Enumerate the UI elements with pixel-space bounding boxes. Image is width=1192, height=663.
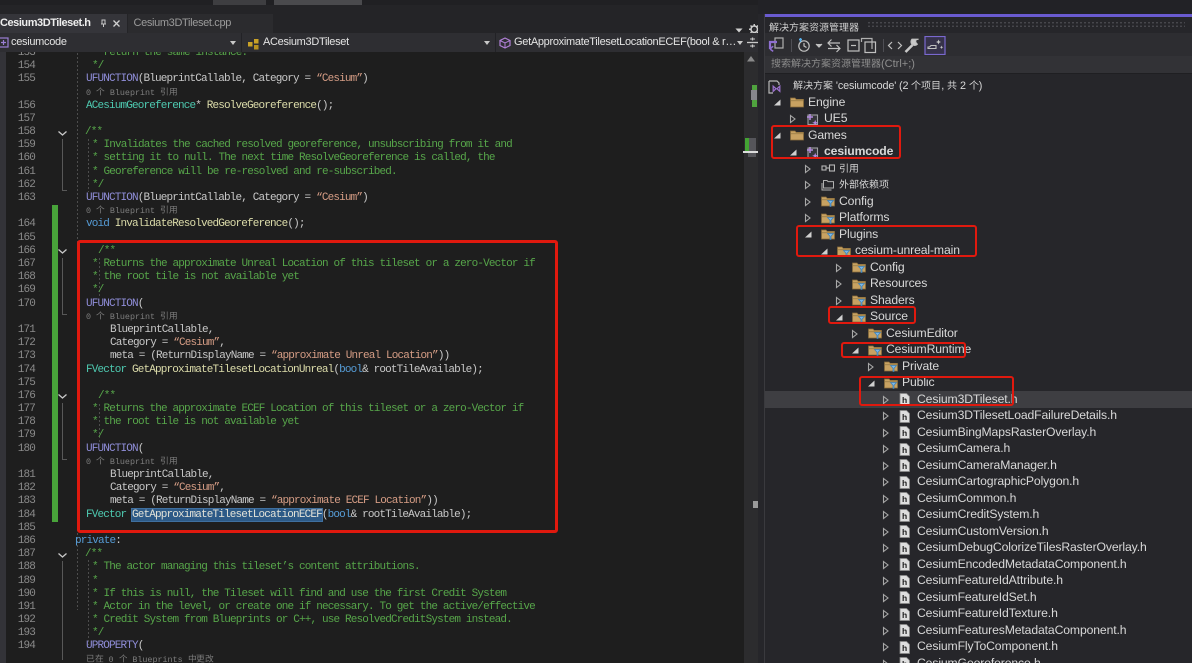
- svg-text:h: h: [902, 445, 907, 455]
- svg-text:h: h: [902, 643, 907, 653]
- svg-text:h: h: [902, 610, 907, 620]
- svg-text:h: h: [902, 544, 907, 554]
- svg-text:h: h: [902, 511, 907, 521]
- svg-text:h: h: [902, 428, 907, 438]
- svg-text:h: h: [902, 494, 907, 504]
- svg-text:h: h: [902, 593, 907, 603]
- svg-text:h: h: [902, 626, 907, 636]
- svg-text:h: h: [902, 461, 907, 471]
- svg-text:h: h: [902, 577, 907, 587]
- svg-text:h: h: [902, 560, 907, 570]
- svg-text:h: h: [902, 412, 907, 422]
- svg-text:h: h: [902, 478, 907, 488]
- svg-text:h: h: [902, 659, 907, 663]
- svg-text:h: h: [902, 527, 907, 537]
